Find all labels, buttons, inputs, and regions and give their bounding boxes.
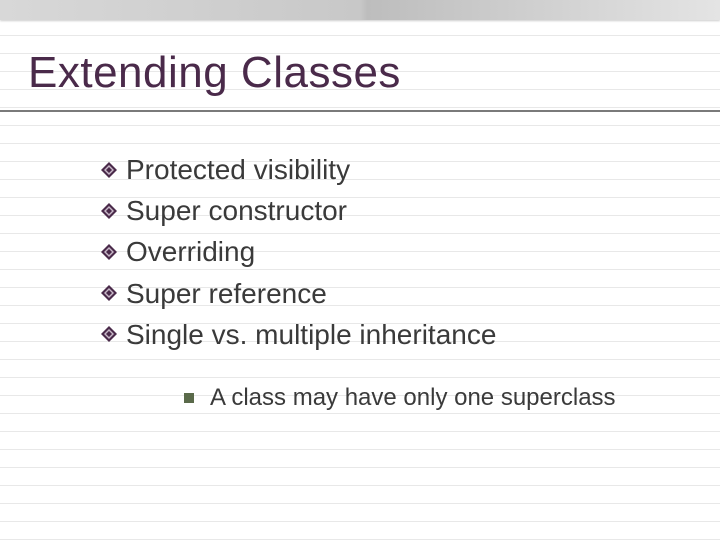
bullet-label: Single vs. multiple inheritance — [126, 315, 496, 354]
list-item: Overriding — [100, 232, 496, 271]
slide-content: Extending Classes Protected visibility — [0, 0, 720, 540]
sub-bullet-label: A class may have only one superclass — [210, 384, 616, 412]
diamond-bullet-icon — [100, 243, 118, 261]
bullet-label: Super constructor — [126, 191, 347, 230]
list-item: Super reference — [100, 274, 496, 313]
bullet-label: Overriding — [126, 232, 255, 271]
diamond-bullet-icon — [100, 161, 118, 179]
bullet-label: Super reference — [126, 274, 327, 313]
list-item: A class may have only one superclass — [184, 384, 616, 412]
bullet-label: Protected visibility — [126, 150, 350, 189]
list-item: Super constructor — [100, 191, 496, 230]
diamond-bullet-icon — [100, 202, 118, 220]
diamond-bullet-icon — [100, 325, 118, 343]
list-item: Single vs. multiple inheritance — [100, 315, 496, 354]
diamond-bullet-icon — [100, 284, 118, 302]
slide-title: Extending Classes — [28, 48, 401, 98]
list-item: Protected visibility — [100, 150, 496, 189]
sub-bullet-list: A class may have only one superclass — [184, 384, 616, 412]
title-underline — [0, 110, 720, 112]
bullet-list: Protected visibility Super constructor — [100, 150, 496, 356]
square-bullet-icon — [184, 393, 194, 403]
